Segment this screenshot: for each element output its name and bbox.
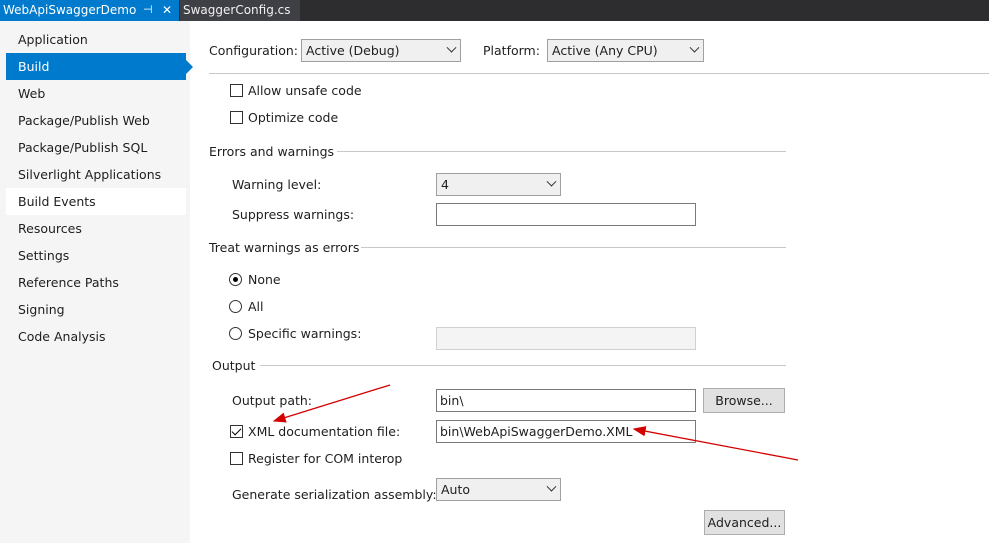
annotation-arrows — [272, 384, 799, 461]
arrow-to-xml-checkbox — [272, 384, 391, 423]
arrow-to-xml-path — [632, 426, 799, 461]
